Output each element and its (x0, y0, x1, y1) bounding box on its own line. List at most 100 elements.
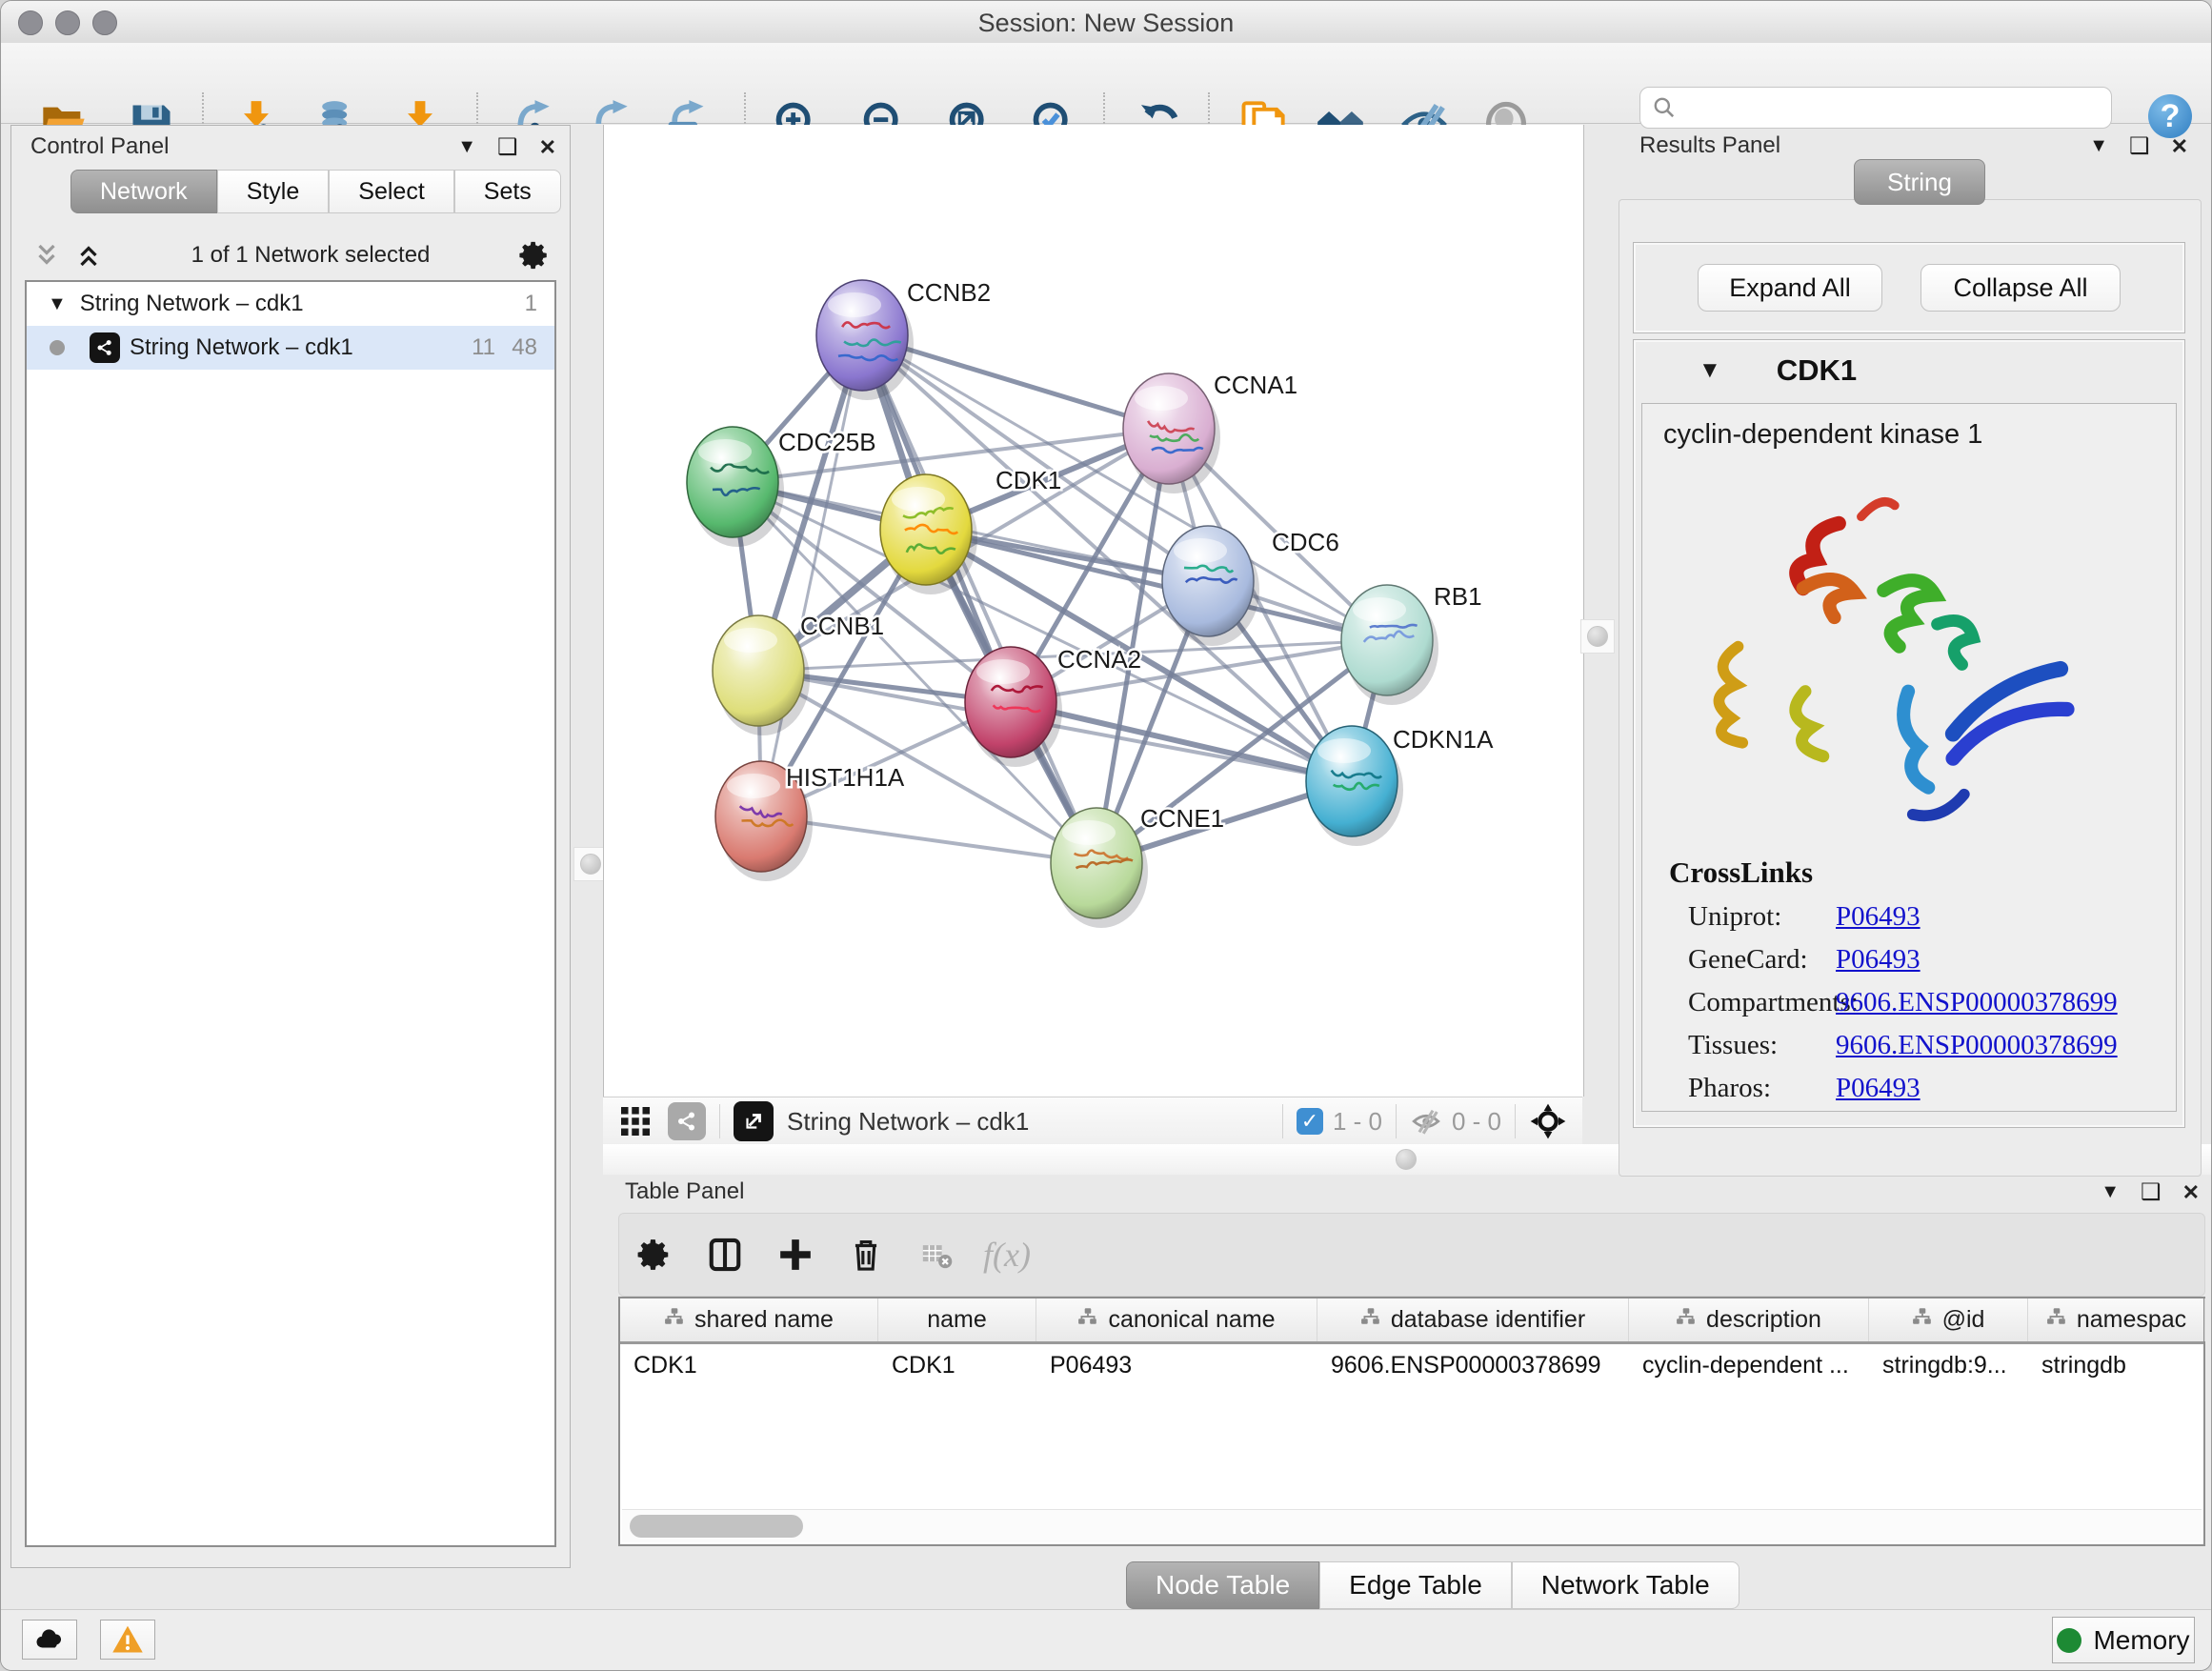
column-header-shared-name[interactable]: shared name (620, 1299, 878, 1341)
scrollbar-thumb[interactable] (630, 1515, 803, 1538)
network-node[interactable] (1306, 726, 1403, 846)
bottom-splitter-handle[interactable] (1390, 1143, 1422, 1176)
column-header-label: name (927, 1306, 987, 1334)
search-input[interactable] (1686, 93, 2100, 122)
crosslink-link[interactable]: P06493 (1836, 901, 1920, 933)
network-node[interactable] (687, 427, 784, 547)
tab-sets[interactable]: Sets (454, 170, 561, 213)
node-section-content: cyclin-dependent kinase 1 (1641, 403, 2177, 1112)
delete-column-trash-icon[interactable] (831, 1237, 901, 1273)
table-cell[interactable]: CDK1 (878, 1352, 1036, 1379)
tab-style[interactable]: Style (217, 170, 330, 213)
table-cell[interactable]: 9606.ENSP00000378699 (1317, 1352, 1629, 1379)
network-node[interactable] (816, 280, 914, 400)
tab-network[interactable]: Network (70, 170, 217, 213)
tab-network-table[interactable]: Network Table (1512, 1561, 1739, 1609)
table-panel-close-icon[interactable]: ✕ (2182, 1180, 2200, 1205)
tab-string[interactable]: String (1854, 159, 1985, 205)
network-node[interactable] (1162, 526, 1259, 646)
network-node[interactable] (880, 474, 977, 594)
table-cell[interactable]: cyclin-dependent ... (1629, 1352, 1869, 1379)
column-header--id[interactable]: @id (1869, 1299, 2028, 1341)
memory-button[interactable]: Memory (2052, 1617, 2195, 1663)
network-options-gear-icon[interactable] (518, 239, 551, 272)
expand-all-chevrons-icon[interactable] (74, 241, 103, 270)
network-graph[interactable]: CCNB2CCNA1CDC25BCDK1CDC6RB1CCNB1CCNA2CDK… (604, 125, 1583, 1097)
control-panel-float-icon[interactable]: ❑ (497, 133, 518, 161)
collapse-all-button[interactable]: Collapse All (1920, 264, 2121, 312)
crosslink-link[interactable]: P06493 (1836, 1073, 1920, 1104)
node-section-header[interactable]: ▼ CDK1 (1634, 340, 2184, 401)
network-node[interactable] (713, 615, 810, 735)
tab-edge-table[interactable]: Edge Table (1319, 1561, 1512, 1609)
column-header-name[interactable]: name (878, 1299, 1036, 1341)
table-cell[interactable]: stringdb (2028, 1352, 2205, 1379)
hidden-eye-slash-icon[interactable] (1410, 1105, 1442, 1137)
protein-description: cyclin-dependent kinase 1 (1663, 419, 2176, 451)
network-row[interactable]: String Network – cdk1 11 48 (27, 326, 554, 370)
hidden-counts: 0 - 0 (1452, 1107, 1501, 1137)
protein-structure-image (1671, 458, 2119, 839)
collection-expand-icon[interactable]: ▼ (48, 293, 67, 315)
table-cell[interactable]: CDK1 (620, 1352, 878, 1379)
network-edge[interactable] (761, 335, 862, 816)
network-column-icon (2046, 1306, 2067, 1334)
crosslink-link[interactable]: 9606.ENSP00000378699 (1836, 987, 2118, 1018)
create-column-plus-icon[interactable] (760, 1237, 831, 1273)
network-column-icon (1676, 1306, 1697, 1334)
table-options-gear-icon[interactable] (619, 1237, 690, 1273)
collapse-all-chevrons-icon[interactable] (32, 241, 61, 270)
node-label: CCNB2 (907, 278, 991, 307)
column-header-label: shared name (694, 1306, 834, 1334)
right-splitter-handle[interactable] (1580, 619, 1615, 654)
node-section-box: ▼ CDK1 cyclin-dependent kinase 1 (1633, 339, 2185, 1128)
crosslink-link[interactable]: 9606.ENSP00000378699 (1836, 1030, 2118, 1061)
detach-view-icon[interactable] (734, 1101, 774, 1141)
show-columns-icon[interactable] (690, 1237, 760, 1273)
network-node[interactable] (1123, 373, 1220, 493)
selected-counts: 1 - 0 (1333, 1107, 1382, 1137)
birdseye-crosshair-icon[interactable] (1529, 1102, 1567, 1140)
left-splitter[interactable] (571, 125, 603, 1671)
column-header-description[interactable]: description (1629, 1299, 1869, 1341)
network-node[interactable] (1341, 585, 1438, 705)
column-header-canonical-name[interactable]: canonical name (1036, 1299, 1317, 1341)
function-builder-icon[interactable]: f(x) (972, 1235, 1042, 1275)
table-panel-float-icon[interactable]: ❑ (2141, 1178, 2162, 1206)
network-collection-row[interactable]: ▼ String Network – cdk1 1 (27, 282, 554, 326)
tab-node-table[interactable]: Node Table (1126, 1561, 1319, 1609)
column-header-database-identifier[interactable]: database identifier (1317, 1299, 1629, 1341)
selected-checkbox-icon[interactable]: ✓ (1297, 1108, 1323, 1135)
tab-select[interactable]: Select (329, 170, 453, 213)
results-panel-float-icon[interactable]: ❑ (2129, 132, 2150, 160)
crosslink-link[interactable]: P06493 (1836, 944, 1920, 976)
node-label: CCNB1 (800, 612, 884, 640)
table-horizontal-scrollbar[interactable] (622, 1509, 2202, 1542)
crosslink-row: Compartments:9606.ENSP00000378699 (1642, 981, 2176, 1024)
node-label: CDC25B (778, 428, 876, 456)
table-tabs: Node Table Edge Table Network Table (1126, 1561, 1739, 1609)
grid-view-icon[interactable] (618, 1104, 653, 1138)
control-panel-menu-icon[interactable]: ▼ (457, 136, 476, 158)
network-node[interactable] (1051, 808, 1148, 928)
network-node[interactable] (965, 647, 1062, 767)
expand-all-button[interactable]: Expand All (1698, 264, 1882, 312)
network-canvas[interactable]: CCNB2CCNA1CDC25BCDK1CDC6RB1CCNB1CCNA2CDK… (603, 125, 1584, 1097)
column-header-namespac[interactable]: namespac (2028, 1299, 2205, 1341)
crosslink-row: Pharos:P06493 (1642, 1067, 2176, 1110)
delete-table-icon[interactable] (901, 1238, 972, 1271)
table-panel-menu-icon[interactable]: ▼ (2101, 1181, 2120, 1203)
network-view-type-icon[interactable] (668, 1102, 706, 1140)
toolbar-search-field[interactable] (1639, 87, 2112, 129)
table-row[interactable]: CDK1CDK1P064939606.ENSP00000378699cyclin… (620, 1344, 2203, 1386)
section-title: CDK1 (1777, 353, 1857, 388)
table-cell[interactable]: stringdb:9... (1869, 1352, 2028, 1379)
results-panel-close-icon[interactable]: ✕ (2171, 134, 2188, 159)
warnings-button[interactable] (100, 1620, 155, 1660)
section-collapse-icon[interactable]: ▼ (1699, 357, 1721, 384)
control-panel-close-icon[interactable]: ✕ (539, 135, 556, 160)
results-panel-menu-icon[interactable]: ▼ (2089, 135, 2108, 157)
cloud-status-button[interactable] (22, 1620, 77, 1660)
table-cell[interactable]: P06493 (1036, 1352, 1317, 1379)
memory-status-dot (2057, 1628, 2081, 1653)
